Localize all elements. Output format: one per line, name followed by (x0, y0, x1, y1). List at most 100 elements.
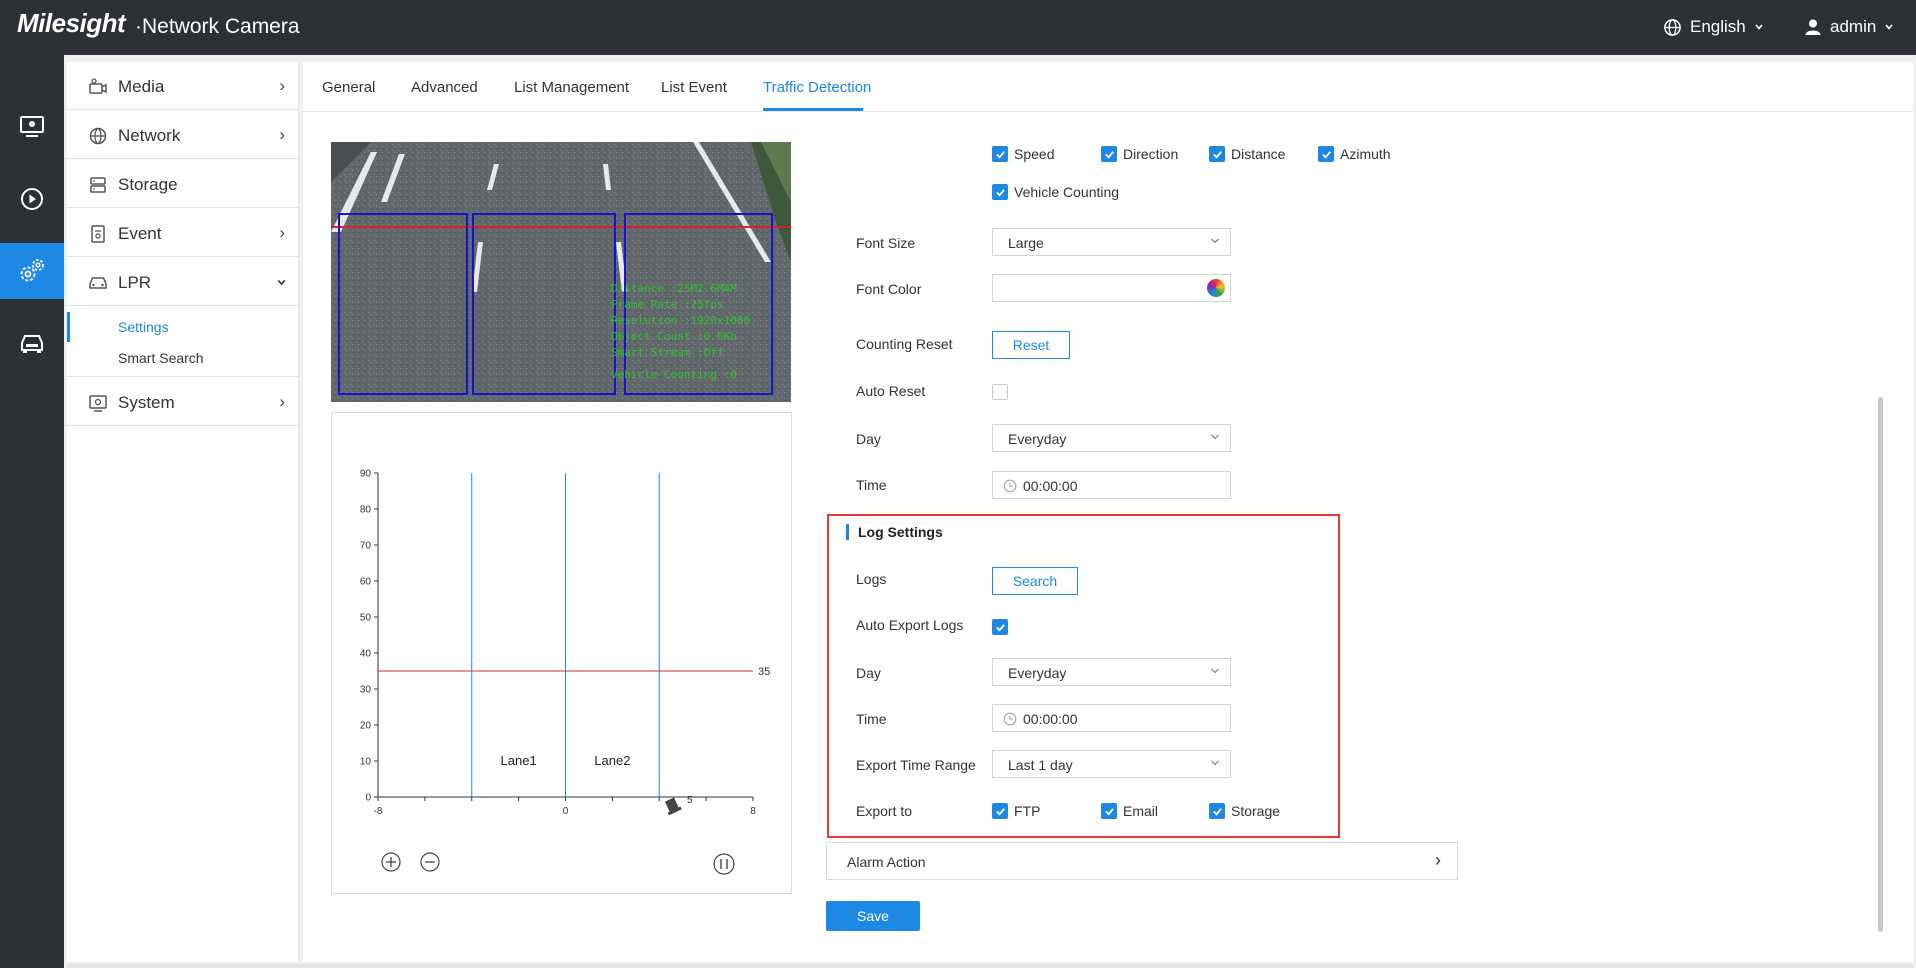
settings-nav[interactable] (0, 243, 64, 299)
scrollbar-thumb[interactable] (1878, 397, 1883, 932)
brand-logo: Milesight (17, 8, 126, 38)
sidebar-sub-smart-search[interactable]: Smart Search (118, 350, 204, 366)
tab-list-management[interactable]: List Management (514, 79, 629, 96)
sidebar-label-event: Event (118, 224, 162, 243)
globe-icon (1664, 18, 1681, 36)
search-logs-button[interactable]: Search (992, 567, 1078, 595)
export-storage-checkbox[interactable] (1209, 803, 1225, 819)
check-icon (995, 807, 1005, 816)
reset-button[interactable]: Reset (992, 331, 1070, 359)
bottom-border (67, 964, 1913, 968)
playback-nav[interactable] (0, 171, 64, 227)
tab-bar: General Advanced List Management List Ev… (303, 62, 1913, 112)
settings-sidebar: Media › Network › Storage Event › LPR Se… (67, 62, 299, 962)
radar-label: 5 (687, 795, 693, 806)
sidebar-item-lpr[interactable]: LPR (67, 258, 299, 306)
camera-icon (89, 78, 107, 94)
day-value: Everyday (1008, 431, 1067, 447)
svg-text:Resolution :1920x1080: Resolution :1920x1080 (611, 314, 750, 327)
lane-label: Lane2 (594, 753, 630, 768)
radar-chart: 0102030405060708090 -8 0 8 35 Lane1 Lane2 5 (360, 469, 770, 875)
chevron-down-icon (1211, 238, 1219, 244)
chevron-right-icon: › (1435, 850, 1441, 870)
time-input[interactable]: 00:00:00 (992, 471, 1231, 499)
export-day-label: Day (856, 665, 881, 681)
distance-checkbox[interactable] (1209, 146, 1225, 162)
x-tick-label: 0 (563, 806, 569, 817)
alarm-action-panel[interactable]: Alarm Action › (826, 842, 1458, 880)
y-tick-label: 30 (360, 685, 372, 696)
sidebar-label-network: Network (118, 126, 181, 145)
tab-general[interactable]: General (322, 79, 375, 96)
export-day-select[interactable]: Everyday (992, 658, 1231, 686)
font-size-value: Large (1008, 235, 1044, 251)
video-preview[interactable]: Distance :25M2.6M4M Frame Rate :25fps Re… (331, 142, 791, 402)
sidebar-label-media: Media (118, 77, 165, 96)
sidebar-item-system[interactable]: System › (67, 378, 299, 426)
azimuth-checkbox[interactable] (1318, 146, 1334, 162)
vehicle-nav[interactable] (0, 315, 64, 371)
chevron-down-icon (277, 279, 286, 286)
active-indicator (67, 312, 70, 342)
time-value: 00:00:00 (1023, 478, 1078, 494)
system-icon (89, 395, 107, 412)
live-view-nav[interactable] (0, 99, 64, 155)
check-icon (995, 623, 1005, 632)
export-range-value: Last 1 day (1008, 757, 1073, 773)
export-time-input[interactable]: 00:00:00 (992, 704, 1231, 732)
save-button[interactable]: Save (826, 901, 920, 931)
export-email-checkbox[interactable] (1101, 803, 1117, 819)
lane-label: Lane1 (501, 753, 537, 768)
settings-gear-icon (20, 259, 44, 282)
svg-text:Object Count :0.0Kb: Object Count :0.0Kb (611, 330, 737, 343)
y-tick-label: 50 (360, 613, 372, 624)
speed-checkbox[interactable] (992, 146, 1008, 162)
direction-label: Direction (1123, 146, 1179, 162)
zoom-out-button[interactable] (420, 852, 440, 872)
chevron-down-icon (1885, 24, 1893, 30)
vehicle-icon (21, 335, 43, 353)
export-time-label: Time (856, 711, 887, 727)
vehicle-counting-checkbox[interactable] (992, 184, 1008, 200)
logs-label: Logs (856, 571, 887, 587)
day-select[interactable]: Everyday (992, 424, 1231, 452)
sidebar-item-network[interactable]: Network › (67, 111, 299, 159)
language-selector[interactable]: English (1663, 17, 1764, 37)
tab-list-event[interactable]: List Event (661, 79, 727, 96)
x-tick-label: -8 (374, 806, 383, 817)
auto-export-checkbox[interactable] (992, 619, 1008, 635)
tab-advanced[interactable]: Advanced (411, 79, 478, 96)
sidebar-item-storage[interactable]: Storage (67, 160, 299, 208)
clock-icon (1003, 712, 1017, 726)
sidebar-item-event[interactable]: Event › (67, 209, 299, 257)
font-color-picker[interactable] (992, 274, 1231, 302)
svg-text:Frame Rate :25fps: Frame Rate :25fps (611, 298, 724, 311)
sidebar-sub-settings[interactable]: Settings (118, 319, 169, 335)
font-color-label: Font Color (856, 281, 922, 297)
export-ftp-checkbox[interactable] (992, 803, 1008, 819)
zoom-in-button[interactable] (381, 852, 401, 872)
direction-checkbox[interactable] (1101, 146, 1117, 162)
chevron-right-icon: › (279, 223, 285, 242)
export-storage-label: Storage (1231, 803, 1281, 819)
event-icon (91, 225, 105, 243)
user-menu[interactable]: admin (1804, 17, 1894, 37)
font-size-select[interactable]: Large (992, 228, 1231, 256)
chevron-right-icon: › (279, 76, 285, 95)
svg-text:Distance :25M2.6M4M: Distance :25M2.6M4M (611, 282, 737, 295)
pause-button[interactable] (713, 853, 735, 875)
threshold-label: 35 (758, 666, 770, 678)
sidebar-item-media[interactable]: Media › (67, 62, 299, 110)
auto-reset-checkbox[interactable] (992, 384, 1008, 400)
counting-reset-label: Counting Reset (856, 336, 953, 352)
speed-label: Speed (1014, 146, 1055, 162)
log-settings-title: Log Settings (846, 524, 943, 540)
x-tick-label: 8 (750, 806, 756, 817)
font-size-label: Font Size (856, 235, 916, 251)
y-tick-label: 90 (360, 469, 372, 480)
tab-traffic-detection[interactable]: Traffic Detection (763, 79, 871, 96)
chevron-down-icon (1211, 668, 1219, 674)
alarm-action-label: Alarm Action (847, 854, 926, 870)
chevron-down-icon (1211, 434, 1219, 440)
export-range-select[interactable]: Last 1 day (992, 750, 1231, 778)
